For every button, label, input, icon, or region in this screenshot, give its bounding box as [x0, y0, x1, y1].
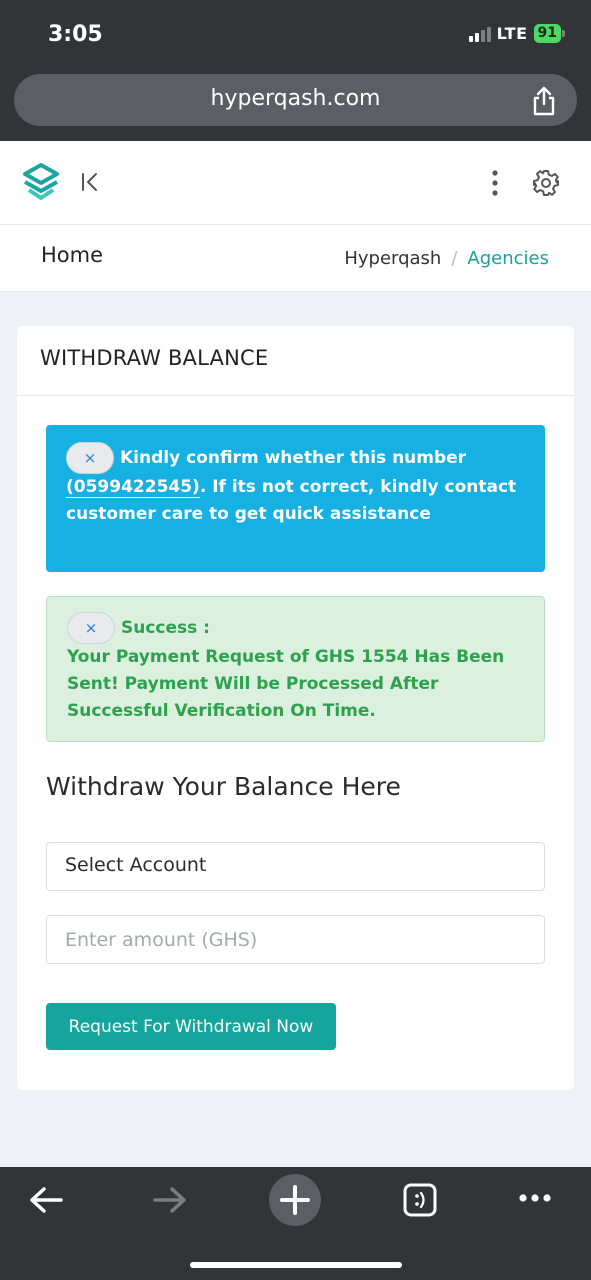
battery-level: 91 — [533, 24, 561, 43]
url-text: hyperqash.com — [210, 86, 381, 111]
status-time: 3:05 — [48, 22, 103, 47]
info-alert: × Kindly confirm whether this number (059… — [46, 425, 545, 572]
success-alert-close-button[interactable]: × — [67, 612, 115, 644]
tabs-icon[interactable] — [402, 1182, 438, 1218]
collapse-icon[interactable] — [80, 171, 100, 193]
battery-icon: 91 — [533, 24, 565, 43]
logo-icon[interactable] — [22, 163, 60, 201]
app-header — [0, 141, 591, 225]
info-alert-text-before: Kindly confirm whether this number — [120, 448, 467, 468]
success-alert-heading: Success : — [121, 618, 210, 638]
breadcrumb-current[interactable]: Agencies — [467, 248, 549, 269]
network-label: LTE — [496, 24, 528, 43]
breadcrumb: Hyperqash / Agencies — [344, 248, 549, 269]
breadcrumb-root[interactable]: Hyperqash — [344, 248, 441, 269]
share-icon[interactable] — [531, 86, 557, 116]
browser-top-chrome: 3:05 LTE 91 hyperqash.com — [0, 0, 591, 141]
forward-icon[interactable] — [152, 1185, 188, 1215]
breadcrumb-bar: Home Hyperqash / Agencies — [0, 225, 591, 292]
kebab-icon[interactable] — [489, 169, 501, 197]
info-alert-number: (0599422545) — [66, 477, 200, 498]
card-title: WITHDRAW BALANCE — [17, 326, 574, 396]
info-alert-close-button[interactable]: × — [66, 442, 114, 474]
status-indicators: LTE 91 — [468, 24, 565, 43]
withdraw-card: WITHDRAW BALANCE × Kindly confirm whether… — [17, 326, 574, 1090]
request-withdrawal-button[interactable]: Request For Withdrawal Now — [46, 1003, 336, 1050]
address-bar[interactable]: hyperqash.com — [14, 74, 577, 126]
success-alert-message: Your Payment Request of GHS 1554 Has Bee… — [67, 647, 505, 721]
new-tab-icon[interactable] — [269, 1174, 321, 1226]
back-icon[interactable] — [28, 1185, 64, 1215]
signal-icon — [468, 26, 491, 42]
amount-input[interactable] — [46, 915, 545, 964]
home-indicator — [190, 1262, 402, 1268]
form-title: Withdraw Your Balance Here — [46, 772, 401, 801]
page-title: Home — [41, 243, 104, 267]
more-icon[interactable] — [518, 1192, 552, 1204]
breadcrumb-separator: / — [451, 248, 458, 269]
account-select[interactable]: Select Account — [46, 842, 545, 891]
success-alert: × Success : Your Payment Request of GHS 1… — [46, 596, 545, 742]
gear-icon[interactable] — [532, 169, 560, 197]
